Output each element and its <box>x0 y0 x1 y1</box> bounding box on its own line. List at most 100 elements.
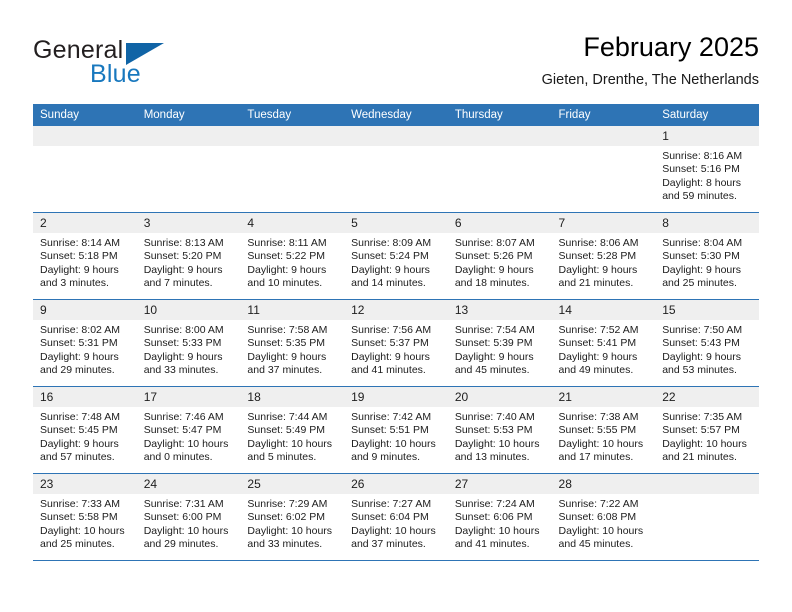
calendar-header-row: Sunday Monday Tuesday Wednesday Thursday… <box>33 104 759 126</box>
calendar-day-cell[interactable]: 9 Sunrise: 8:02 AM Sunset: 5:31 PM Daylight… <box>33 299 137 387</box>
daylight-text-line2: and 29 minutes. <box>40 364 115 377</box>
day-sun-info: Sunrise: 7:24 AM Sunset: 6:06 PM Daylight:… <box>448 494 552 552</box>
sunrise-text: Sunrise: 7:58 AM <box>247 324 328 336</box>
sunset-text: Sunset: 6:08 PM <box>558 511 637 524</box>
calendar-week-row: 9 Sunrise: 8:02 AM Sunset: 5:31 PM Daylight… <box>33 299 759 387</box>
daylight-text-line2: and 25 minutes. <box>662 277 737 290</box>
calendar-day-cell[interactable]: 21 Sunrise: 7:38 AM Sunset: 5:55 PM Dayligh… <box>551 386 656 474</box>
day-sun-info: Sunrise: 8:02 AM Sunset: 5:31 PM Daylight:… <box>33 320 137 378</box>
calendar-day-cell[interactable]: 1 Sunrise: 8:16 AM Sunset: 5:16 PM Daylight… <box>655 126 759 213</box>
calendar-day-cell[interactable]: 22 Sunrise: 7:35 AM Sunset: 5:57 PM Dayligh… <box>655 386 759 474</box>
calendar-day-cell[interactable]: 25 Sunrise: 7:29 AM Sunset: 6:02 PM Dayligh… <box>240 473 345 561</box>
calendar-day-cell[interactable]: 7 Sunrise: 8:06 AM Sunset: 5:28 PM Daylight… <box>551 212 656 300</box>
sunrise-text: Sunrise: 7:56 AM <box>351 324 432 336</box>
sunset-text: Sunset: 5:22 PM <box>247 250 326 263</box>
day-number: 26 <box>344 474 448 494</box>
day-number: 11 <box>240 300 345 320</box>
day-number: 13 <box>447 300 552 320</box>
calendar-day-cell[interactable]: 3 Sunrise: 8:13 AM Sunset: 5:20 PM Daylight… <box>136 212 241 300</box>
sunset-text: Sunset: 5:51 PM <box>351 424 429 437</box>
daylight-text-line1: Daylight: 10 hours <box>351 524 436 537</box>
calendar-day-cell[interactable]: 11 Sunrise: 7:58 AM Sunset: 5:35 PM Dayligh… <box>240 299 345 387</box>
day-number <box>551 126 656 146</box>
page-subtitle: Gieten, Drenthe, The Netherlands <box>541 72 759 88</box>
calendar-day-cell[interactable]: 20 Sunrise: 7:40 AM Sunset: 5:53 PM Dayligh… <box>447 386 552 474</box>
sunrise-text: Sunrise: 7:54 AM <box>454 324 535 336</box>
day-number: 6 <box>447 213 552 233</box>
sunset-text: Sunset: 5:33 PM <box>143 337 222 350</box>
day-number: 23 <box>33 474 137 494</box>
calendar-day-cell[interactable]: 24 Sunrise: 7:31 AM Sunset: 6:00 PM Dayligh… <box>136 473 241 561</box>
daylight-text-line2: and 14 minutes. <box>351 277 426 290</box>
sunset-text: Sunset: 5:49 PM <box>247 424 326 437</box>
calendar-day-cell[interactable]: 17 Sunrise: 7:46 AM Sunset: 5:47 PM Dayligh… <box>136 386 241 474</box>
day-sun-info: Sunrise: 8:09 AM Sunset: 5:24 PM Daylight:… <box>344 233 448 291</box>
calendar-page: General Blue February 2025 Gieten, Drent… <box>0 0 792 612</box>
calendar-day-cell[interactable]: 19 Sunrise: 7:42 AM Sunset: 5:51 PM Dayligh… <box>344 386 448 474</box>
calendar-day-cell[interactable]: 26 Sunrise: 7:27 AM Sunset: 6:04 PM Dayligh… <box>344 473 448 561</box>
day-sun-info: Sunrise: 7:35 AM Sunset: 5:57 PM Daylight:… <box>655 407 759 465</box>
sunrise-text: Sunrise: 7:33 AM <box>40 498 120 510</box>
calendar-day-cell[interactable]: 27 Sunrise: 7:24 AM Sunset: 6:06 PM Dayligh… <box>447 473 552 561</box>
calendar-table: Sunday Monday Tuesday Wednesday Thursday… <box>33 104 759 561</box>
day-number: 25 <box>240 474 345 494</box>
calendar-day-cell[interactable]: 13 Sunrise: 7:54 AM Sunset: 5:39 PM Dayligh… <box>447 299 552 387</box>
calendar-week-row: 1 Sunrise: 8:16 AM Sunset: 5:16 PM Daylight… <box>33 126 759 213</box>
day-number: 8 <box>655 213 759 233</box>
daylight-text-line2: and 41 minutes. <box>351 364 426 377</box>
page-header: General Blue February 2025 Gieten, Drent… <box>0 0 792 100</box>
calendar-day-cell[interactable]: 4 Sunrise: 8:11 AM Sunset: 5:22 PM Daylight… <box>240 212 345 300</box>
calendar-day-cell[interactable]: 14 Sunrise: 7:52 AM Sunset: 5:41 PM Dayligh… <box>551 299 656 387</box>
sunset-text: Sunset: 5:18 PM <box>40 250 118 263</box>
daylight-text-line1: Daylight: 9 hours <box>662 263 742 276</box>
daylight-text-line2: and 45 minutes. <box>558 538 634 551</box>
sunset-text: Sunset: 5:26 PM <box>454 250 533 263</box>
day-number <box>240 126 345 146</box>
sunset-text: Sunset: 5:39 PM <box>454 337 533 350</box>
day-sun-info: Sunrise: 8:04 AM Sunset: 5:30 PM Daylight:… <box>655 233 759 291</box>
daylight-text-line1: Daylight: 10 hours <box>247 524 333 537</box>
calendar-day-cell[interactable]: 5 Sunrise: 8:09 AM Sunset: 5:24 PM Daylight… <box>344 212 448 300</box>
calendar-day-cell[interactable]: 8 Sunrise: 8:04 AM Sunset: 5:30 PM Daylight… <box>655 212 759 300</box>
sunrise-text: Sunrise: 7:35 AM <box>662 411 743 423</box>
calendar-day-cell[interactable]: 6 Sunrise: 8:07 AM Sunset: 5:26 PM Daylight… <box>447 212 552 300</box>
daylight-text-line1: Daylight: 9 hours <box>247 263 327 276</box>
sunrise-text: Sunrise: 8:04 AM <box>662 237 743 249</box>
calendar-day-cell[interactable]: 15 Sunrise: 7:50 AM Sunset: 5:43 PM Dayligh… <box>655 299 759 387</box>
calendar-table-wrap: Sunday Monday Tuesday Wednesday Thursday… <box>33 104 759 561</box>
sunrise-text: Sunrise: 7:31 AM <box>143 498 224 510</box>
day-number: 24 <box>136 474 241 494</box>
weekday-header-thursday: Thursday <box>447 104 552 126</box>
day-sun-info: Sunrise: 7:56 AM Sunset: 5:37 PM Daylight:… <box>344 320 448 378</box>
sunset-text: Sunset: 5:24 PM <box>351 250 429 263</box>
calendar-week-row: 16 Sunrise: 7:48 AM Sunset: 5:45 PM Dayligh… <box>33 386 759 474</box>
day-number <box>33 126 137 146</box>
day-sun-info: Sunrise: 8:07 AM Sunset: 5:26 PM Daylight:… <box>448 233 552 291</box>
day-sun-info: Sunrise: 8:14 AM Sunset: 5:18 PM Daylight:… <box>33 233 137 291</box>
day-number: 27 <box>447 474 552 494</box>
day-number: 22 <box>655 387 759 407</box>
calendar-day-cell[interactable]: 23 Sunrise: 7:33 AM Sunset: 5:58 PM Dayligh… <box>33 473 137 561</box>
daylight-text-line1: Daylight: 10 hours <box>662 437 747 450</box>
calendar-body: 1 Sunrise: 8:16 AM Sunset: 5:16 PM Daylight… <box>33 126 759 561</box>
calendar-day-cell[interactable]: 18 Sunrise: 7:44 AM Sunset: 5:49 PM Dayligh… <box>240 386 345 474</box>
day-number: 1 <box>655 126 759 146</box>
sunrise-text: Sunrise: 8:07 AM <box>454 237 535 249</box>
sunrise-text: Sunrise: 8:16 AM <box>662 150 743 162</box>
sunrise-text: Sunrise: 7:52 AM <box>558 324 639 336</box>
day-number: 9 <box>33 300 137 320</box>
calendar-day-cell[interactable]: 12 Sunrise: 7:56 AM Sunset: 5:37 PM Dayligh… <box>344 299 448 387</box>
calendar-day-cell[interactable]: 10 Sunrise: 8:00 AM Sunset: 5:33 PM Dayligh… <box>136 299 241 387</box>
title-block: February 2025 Gieten, Drenthe, The Nethe… <box>542 30 759 90</box>
calendar-day-cell[interactable]: 16 Sunrise: 7:48 AM Sunset: 5:45 PM Dayligh… <box>33 386 137 474</box>
day-sun-info: Sunrise: 7:42 AM Sunset: 5:51 PM Daylight:… <box>344 407 448 465</box>
daylight-text-line1: Daylight: 9 hours <box>143 350 223 363</box>
calendar-week-row: 2 Sunrise: 8:14 AM Sunset: 5:18 PM Daylight… <box>33 212 759 300</box>
daylight-text-line1: Daylight: 9 hours <box>40 437 119 450</box>
calendar-day-cell[interactable]: 28 Sunrise: 7:22 AM Sunset: 6:08 PM Dayligh… <box>551 473 656 561</box>
sunrise-text: Sunrise: 7:42 AM <box>351 411 432 423</box>
daylight-text-line1: Daylight: 10 hours <box>143 524 229 537</box>
day-sun-info: Sunrise: 7:44 AM Sunset: 5:49 PM Daylight:… <box>240 407 344 465</box>
calendar-day-cell[interactable]: 2 Sunrise: 8:14 AM Sunset: 5:18 PM Daylight… <box>33 212 137 300</box>
sunrise-text: Sunrise: 8:11 AM <box>247 237 327 249</box>
